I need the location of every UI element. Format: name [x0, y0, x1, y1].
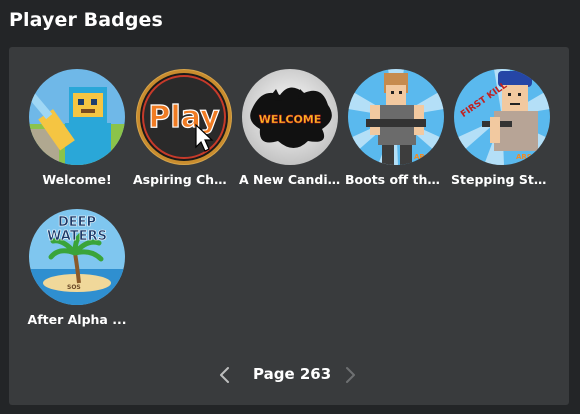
badge-name: Aspiring Cha... [133, 172, 235, 187]
pagination: Page 263 [9, 363, 569, 385]
deep-waters-island-icon[interactable]: DEEP WATERS SOS [29, 209, 125, 305]
arsenal-soldier-icon[interactable]: ARSENAL [348, 69, 444, 165]
waters-text: WATERS [47, 229, 107, 244]
deep-text: DEEP [58, 215, 96, 230]
arsenal-text: ARSENAL [414, 153, 444, 161]
badge-item-aspiring[interactable]: Play Aspiring Cha... [133, 69, 235, 187]
badge-name: Welcome! [42, 172, 112, 187]
badge-item-stepping-stone[interactable]: FIRST KILL ARSENAL Stepping Sto... [451, 69, 553, 187]
arsenal-text: ARSENAL [516, 153, 550, 161]
welcome-splash-icon[interactable]: WELCOME [242, 69, 338, 165]
page-title: Player Badges [9, 9, 163, 31]
welcome-text: WELCOME [259, 113, 322, 126]
play-logo-icon[interactable]: Play [136, 69, 232, 165]
badge-name: Stepping Sto... [451, 172, 553, 187]
badge-name: Boots off the... [345, 172, 447, 187]
chevron-right-icon[interactable] [343, 366, 357, 384]
sos-text: SOS [67, 284, 81, 291]
badge-name: A New Candi... [239, 172, 341, 187]
chevron-left-icon[interactable] [218, 366, 232, 384]
badge-item-new-candidate[interactable]: WELCOME A New Candi... [239, 69, 341, 187]
badge-name: After Alpha ... [27, 312, 127, 327]
play-logo-text: Play [148, 100, 220, 135]
first-kill-soldier-icon[interactable]: FIRST KILL ARSENAL [454, 69, 550, 165]
minecraft-style-character-icon[interactable] [29, 69, 125, 165]
badge-item-welcome[interactable]: Welcome! [26, 69, 128, 187]
page-number: Page 263 [253, 365, 332, 383]
badge-item-boots-off[interactable]: ARSENAL Boots off the... [345, 69, 447, 187]
badges-panel: Welcome! Play Aspiring Cha... WELCOME A … [9, 47, 569, 405]
badge-item-after-alpha[interactable]: DEEP WATERS SOS After Alpha ... [26, 209, 128, 327]
